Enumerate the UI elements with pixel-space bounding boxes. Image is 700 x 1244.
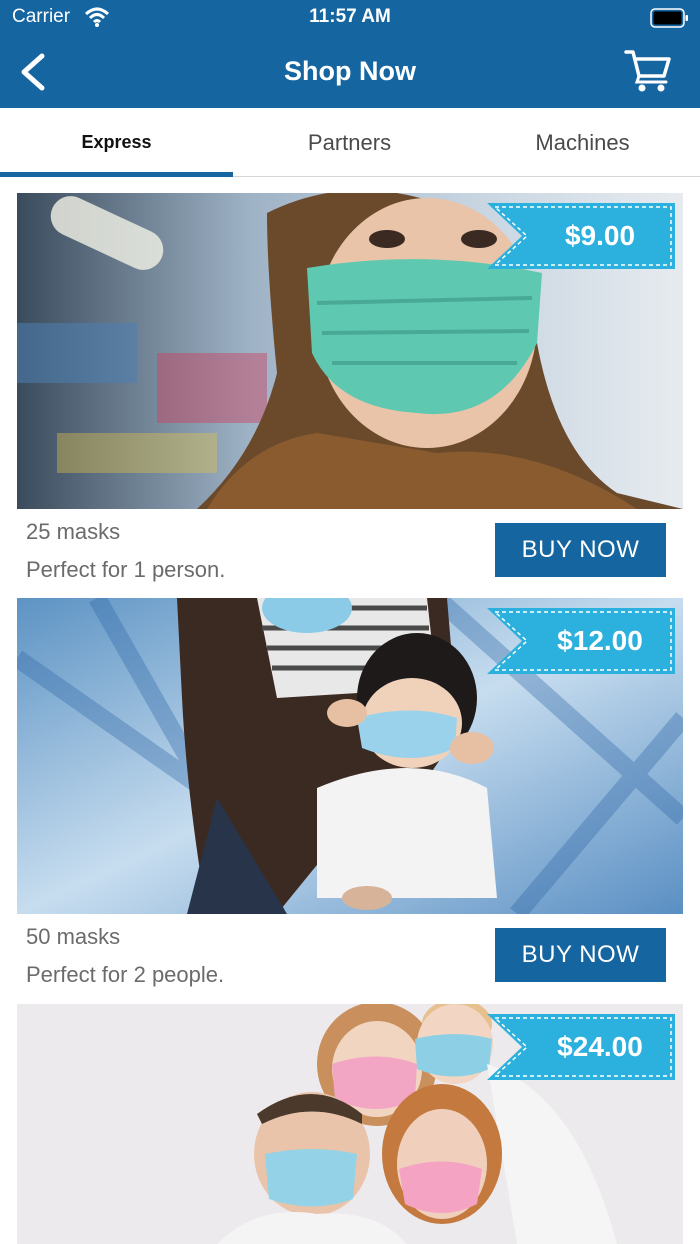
product-quantity: 50 masks <box>26 924 121 949</box>
product-description: Perfect for 2 people. <box>26 962 225 987</box>
status-bar: Carrier 11:57 AM <box>0 0 700 36</box>
product-card: $24.00 <box>17 1004 683 1244</box>
price-tag: $12.00 <box>557 625 643 656</box>
app-header: Carrier 11:57 AM Shop Now <box>0 0 700 108</box>
battery-icon <box>650 8 688 28</box>
tab-bar: Express Partners Machines <box>0 108 700 177</box>
product-card: $9.00 25 masks Perfect for 1 person. BUY… <box>17 193 683 593</box>
clock: 11:57 AM <box>309 6 391 27</box>
page-title: Shop Now <box>284 56 416 86</box>
price-tag: $24.00 <box>557 1031 643 1062</box>
tab-machines[interactable]: Machines <box>466 108 699 177</box>
product-card: $12.00 50 masks Perfect for 2 people. BU… <box>17 598 683 998</box>
tab-partners[interactable]: Partners <box>233 108 466 177</box>
price-tag: $9.00 <box>564 220 636 251</box>
buy-now-button[interactable]: BUY NOW <box>495 928 666 982</box>
product-quantity: 25 masks <box>26 519 121 544</box>
buy-now-button[interactable]: BUY NOW <box>495 523 666 577</box>
cart-icon[interactable] <box>624 48 672 94</box>
product-description: Perfect for 1 person. <box>26 557 226 582</box>
active-tab-indicator <box>0 172 233 177</box>
nav-bar: Shop Now <box>0 36 700 108</box>
tab-express[interactable]: Express <box>0 108 233 177</box>
